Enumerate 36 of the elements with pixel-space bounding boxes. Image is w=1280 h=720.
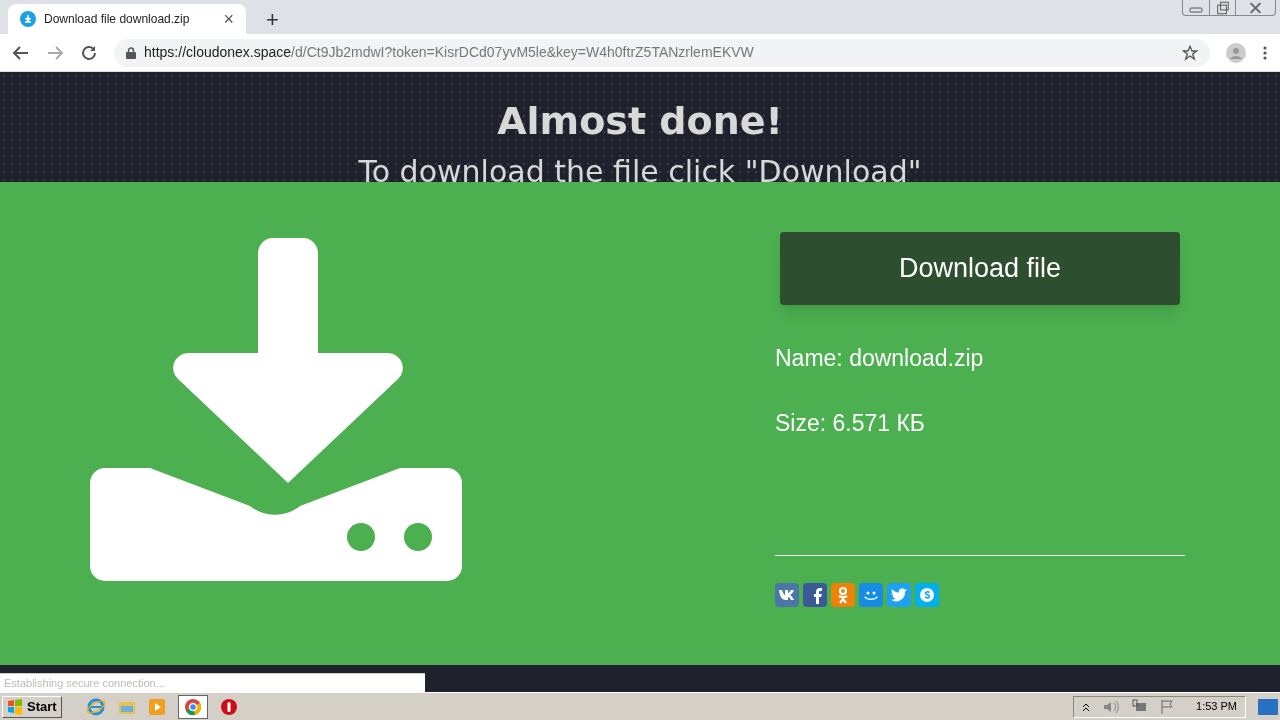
tab-close-button[interactable]: ×: [223, 10, 234, 28]
browser-e-icon[interactable]: [85, 696, 106, 717]
menu-icon[interactable]: [1262, 44, 1268, 61]
new-tab-button[interactable]: +: [266, 9, 279, 31]
address-bar[interactable]: https://cloudonex.space/d/Ct9Jb2mdwI?token=KisrDCd07yvM5le&key=W4h0ftrZ5TANzrlemEKVW: [114, 38, 1210, 67]
status-text: Establishing secure connection...: [0, 673, 425, 692]
file-size: Size: 6.571 КБ: [775, 408, 926, 438]
browser-tab[interactable]: Download file download.zip ×: [8, 4, 246, 34]
share-icon[interactable]: [831, 583, 855, 607]
share-icon[interactable]: [803, 583, 827, 607]
page-title: Almost done!: [497, 98, 783, 144]
share-icon[interactable]: [775, 583, 799, 607]
media-player-icon[interactable]: [147, 697, 166, 716]
download-icon: [20, 11, 36, 27]
speaker-icon[interactable]: [1102, 699, 1121, 714]
tray-chevron-icon[interactable]: [1082, 701, 1091, 712]
start-button[interactable]: Start: [2, 695, 62, 718]
back-icon[interactable]: [12, 43, 30, 62]
chrome-taskbar-button[interactable]: [177, 694, 208, 719]
tab-title: Download file download.zip: [44, 11, 191, 28]
profile-icon[interactable]: [1226, 42, 1246, 63]
lock-icon: [126, 46, 136, 59]
url-text: https://cloudonex.space/d/Ct9Jb2mdwI?token=KisrDCd07yvM5le&key=W4h0ftrZ5TANzrlemEKVW: [144, 43, 755, 62]
show-desktop-icon[interactable]: [1258, 698, 1278, 715]
windows-logo-icon: [7, 698, 23, 715]
stop-icon[interactable]: [219, 697, 238, 716]
page-subtitle: To download the file click "Download": [358, 154, 922, 182]
forward-icon[interactable]: [46, 43, 64, 62]
reload-icon[interactable]: [80, 43, 98, 62]
clock: 1:53 PM: [1196, 699, 1237, 715]
share-icon[interactable]: [887, 583, 911, 607]
file-name: Name: download.zip: [775, 344, 985, 373]
download-button[interactable]: Download file: [780, 232, 1180, 305]
star-icon[interactable]: [1182, 44, 1198, 61]
share-icon[interactable]: [859, 583, 883, 607]
chrome-icon: [183, 697, 202, 716]
